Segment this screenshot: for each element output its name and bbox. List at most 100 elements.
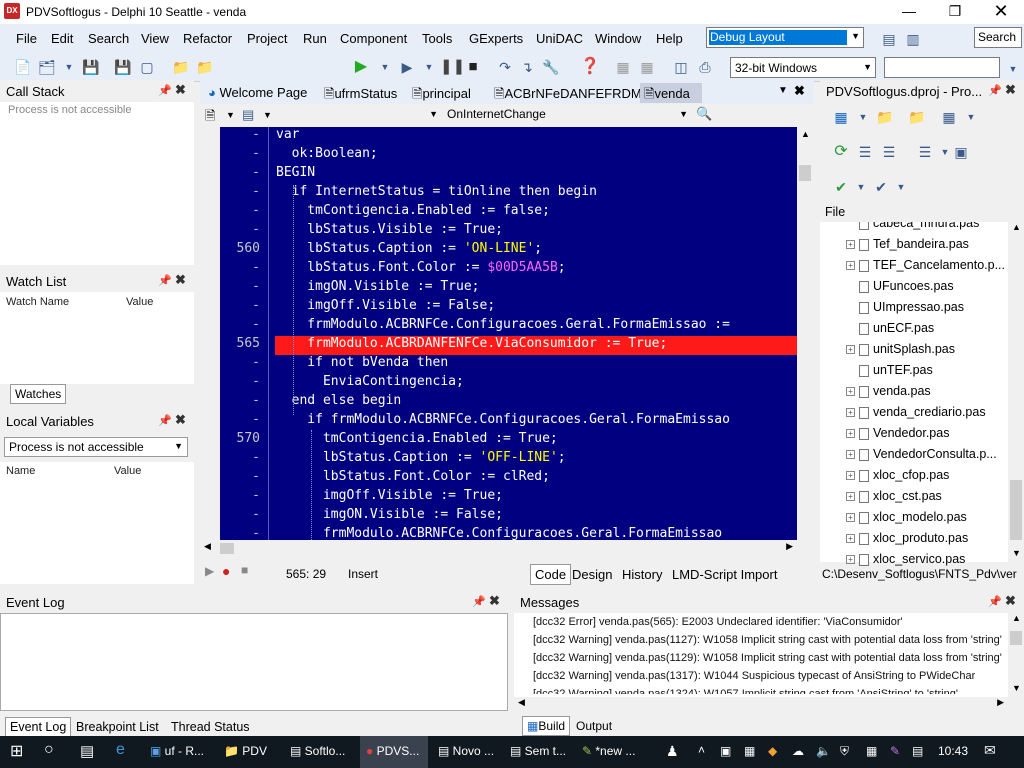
scroll-down-icon[interactable]: ▼ xyxy=(1012,683,1021,693)
menu-project[interactable]: Project xyxy=(247,31,287,46)
platform-combo[interactable]: 32-bit Windows ▼ xyxy=(730,57,876,78)
tray-icon[interactable]: ▦ xyxy=(866,744,877,758)
stop-macro-icon[interactable]: ■ xyxy=(241,563,248,577)
menu-help[interactable]: Help xyxy=(656,31,683,46)
save-icon[interactable]: 💾 xyxy=(82,58,100,76)
taskbar-item[interactable]: ▤ Sem t... xyxy=(510,744,566,758)
shield-icon[interactable]: ⛨ xyxy=(840,744,849,759)
line-number[interactable]: - xyxy=(220,222,260,237)
scroll-thumb[interactable] xyxy=(1010,480,1022,540)
tab-welcome-page[interactable]: ◕ Welcome Page xyxy=(204,83,311,103)
code-line[interactable]: frmModulo.ACBRNFCe.Configuracoes.Geral.F… xyxy=(276,317,730,332)
taskbar-item-active[interactable]: ● PDVS... xyxy=(366,744,419,758)
close-icon[interactable]: ✖ xyxy=(1005,82,1016,98)
config-combo[interactable] xyxy=(884,57,1000,78)
pin-icon[interactable]: 📌 xyxy=(988,84,1002,97)
chevron-up-icon[interactable]: ˄ xyxy=(698,743,705,757)
structure-icon[interactable]: ▤ xyxy=(242,107,254,123)
print-icon[interactable]: ⎙ xyxy=(696,58,714,76)
tab-design[interactable]: Design xyxy=(568,565,616,584)
taskbar-item[interactable]: ▤ Novo ... xyxy=(438,744,494,758)
menu-tools[interactable]: Tools xyxy=(422,31,452,46)
help-icon[interactable]: ❓ xyxy=(580,58,600,76)
expand-icon[interactable]: + xyxy=(846,513,855,523)
code-line[interactable]: lbStatus.Font.Color := $00D5AA5B; xyxy=(276,260,565,275)
code-line[interactable]: lbStatus.Visible := True; xyxy=(276,222,503,237)
code-editor[interactable]: - - - - - - 560 - - - - 565 - - - - 570 - - - - - var ok:Boole… xyxy=(220,127,797,540)
code-line[interactable]: if not bVenda then xyxy=(276,355,448,370)
play-macro-icon[interactable]: ▶ xyxy=(205,564,214,578)
line-number[interactable]: 560 xyxy=(220,241,260,256)
menu-search[interactable]: Search xyxy=(88,31,129,46)
line-number[interactable]: - xyxy=(220,412,260,427)
tab-list-icon[interactable]: ▼ xyxy=(778,85,788,96)
pause-icon[interactable]: ❚❚ xyxy=(440,58,465,76)
chevron-down-icon[interactable]: ▼ xyxy=(60,58,78,76)
expand-icon[interactable]: ☰ xyxy=(856,143,874,161)
expand-icon[interactable]: + xyxy=(846,534,855,544)
taskbar-item[interactable]: ▣ uf - R... xyxy=(150,744,204,758)
run-without-debug-icon[interactable]: ▶ xyxy=(398,58,416,76)
project-file-item[interactable]: UImpressao.pas xyxy=(846,300,964,314)
line-number[interactable]: - xyxy=(220,393,260,408)
new-file-icon[interactable]: 📄 xyxy=(14,58,32,76)
code-line[interactable]: frmModulo.ACBRNFCe.Configuracoes.Geral.F… xyxy=(276,526,722,540)
message-line[interactable]: [dcc32 Warning] venda.pas(1129): W1058 I… xyxy=(533,652,1005,664)
project-file-item[interactable]: + xloc_modelo.pas xyxy=(846,510,967,524)
trace-into-icon[interactable]: ↴ xyxy=(518,58,536,76)
scroll-thumb[interactable] xyxy=(799,165,811,181)
project-file-item[interactable]: + venda_crediario.pas xyxy=(846,405,986,419)
record-macro-icon[interactable]: ● xyxy=(222,563,230,579)
line-number[interactable]: - xyxy=(220,165,260,180)
task-view-icon[interactable]: ▤ xyxy=(80,742,94,760)
code-line[interactable]: lbStatus.Caption := 'ON-LINE'; xyxy=(276,241,542,256)
close-icon[interactable]: ✖ xyxy=(1005,593,1016,609)
tab-output[interactable]: Output xyxy=(572,717,616,735)
start-icon[interactable]: ⊞ xyxy=(10,741,23,761)
message-line[interactable]: [dcc32 Warning] venda.pas(1127): W1058 I… xyxy=(533,634,1005,646)
layout-combo[interactable]: Debug Layout ▼ xyxy=(706,27,864,48)
unit-icon[interactable]: 🗎 xyxy=(205,107,215,129)
menu-gexperts[interactable]: GExperts xyxy=(469,31,523,46)
tab-principal[interactable]: 🗎principal xyxy=(408,83,475,103)
project-file-item[interactable]: + xloc_cfop.pas xyxy=(846,468,949,482)
line-number[interactable]: - xyxy=(220,184,260,199)
line-number[interactable]: - xyxy=(220,507,260,522)
tab-build[interactable]: ▦Build xyxy=(522,716,571,736)
messages-hscroll[interactable]: ◀ ▶ xyxy=(514,697,1008,711)
wrench-icon[interactable]: 🔧 xyxy=(542,58,560,76)
message-line[interactable]: [dcc32 Error] venda.pas(565): E2003 Unde… xyxy=(533,616,903,628)
scroll-up-icon[interactable]: ▲ xyxy=(1012,613,1021,623)
expand-icon[interactable]: + xyxy=(846,408,855,418)
align-icon[interactable]: ▦ xyxy=(614,58,632,76)
line-number[interactable]: - xyxy=(220,469,260,484)
close-icon[interactable]: ✖ xyxy=(175,272,186,288)
local-vars-combo[interactable]: Process is not accessible ▼ xyxy=(4,437,188,457)
cloud-icon[interactable]: ☁ xyxy=(792,744,804,758)
editor-hscroll[interactable]: ◀ ▶ xyxy=(200,540,797,556)
add-icon[interactable]: 📁 xyxy=(876,108,894,126)
expand-icon[interactable]: + xyxy=(846,429,855,439)
local-value-header[interactable]: Value xyxy=(114,465,141,477)
project-file-item[interactable]: + venda.pas xyxy=(846,384,931,398)
project-file-item[interactable]: + xloc_cst.pas xyxy=(846,489,942,503)
project-file-item[interactable]: + unitSplash.pas xyxy=(846,342,955,356)
project-file-item[interactable]: + VendedorConsulta.p... xyxy=(846,447,997,461)
line-number[interactable]: - xyxy=(220,355,260,370)
code-line[interactable]: var xyxy=(276,127,299,142)
close-file-icon[interactable]: ▢ xyxy=(138,58,156,76)
file-column-header[interactable]: File xyxy=(825,205,845,219)
display-icon[interactable]: ▣ xyxy=(952,143,970,161)
search-icon[interactable]: 🔍 xyxy=(696,106,712,122)
sync-icon[interactable]: ⟳ xyxy=(832,143,850,161)
project-file-item[interactable]: + TEF_Cancelamento.p... xyxy=(846,258,1005,272)
line-number[interactable]: 570 xyxy=(220,431,260,446)
messages-vscroll[interactable]: ▲ ▼ xyxy=(1008,613,1024,697)
code-line[interactable]: end else begin xyxy=(276,393,402,408)
add-to-project-icon[interactable]: 📁 xyxy=(172,58,190,76)
clock[interactable]: 10:43 xyxy=(938,744,968,758)
tab-code[interactable]: Code xyxy=(530,564,572,585)
menu-component[interactable]: Component xyxy=(340,31,407,46)
line-number[interactable]: - xyxy=(220,488,260,503)
menu-refactor[interactable]: Refactor xyxy=(183,31,232,46)
